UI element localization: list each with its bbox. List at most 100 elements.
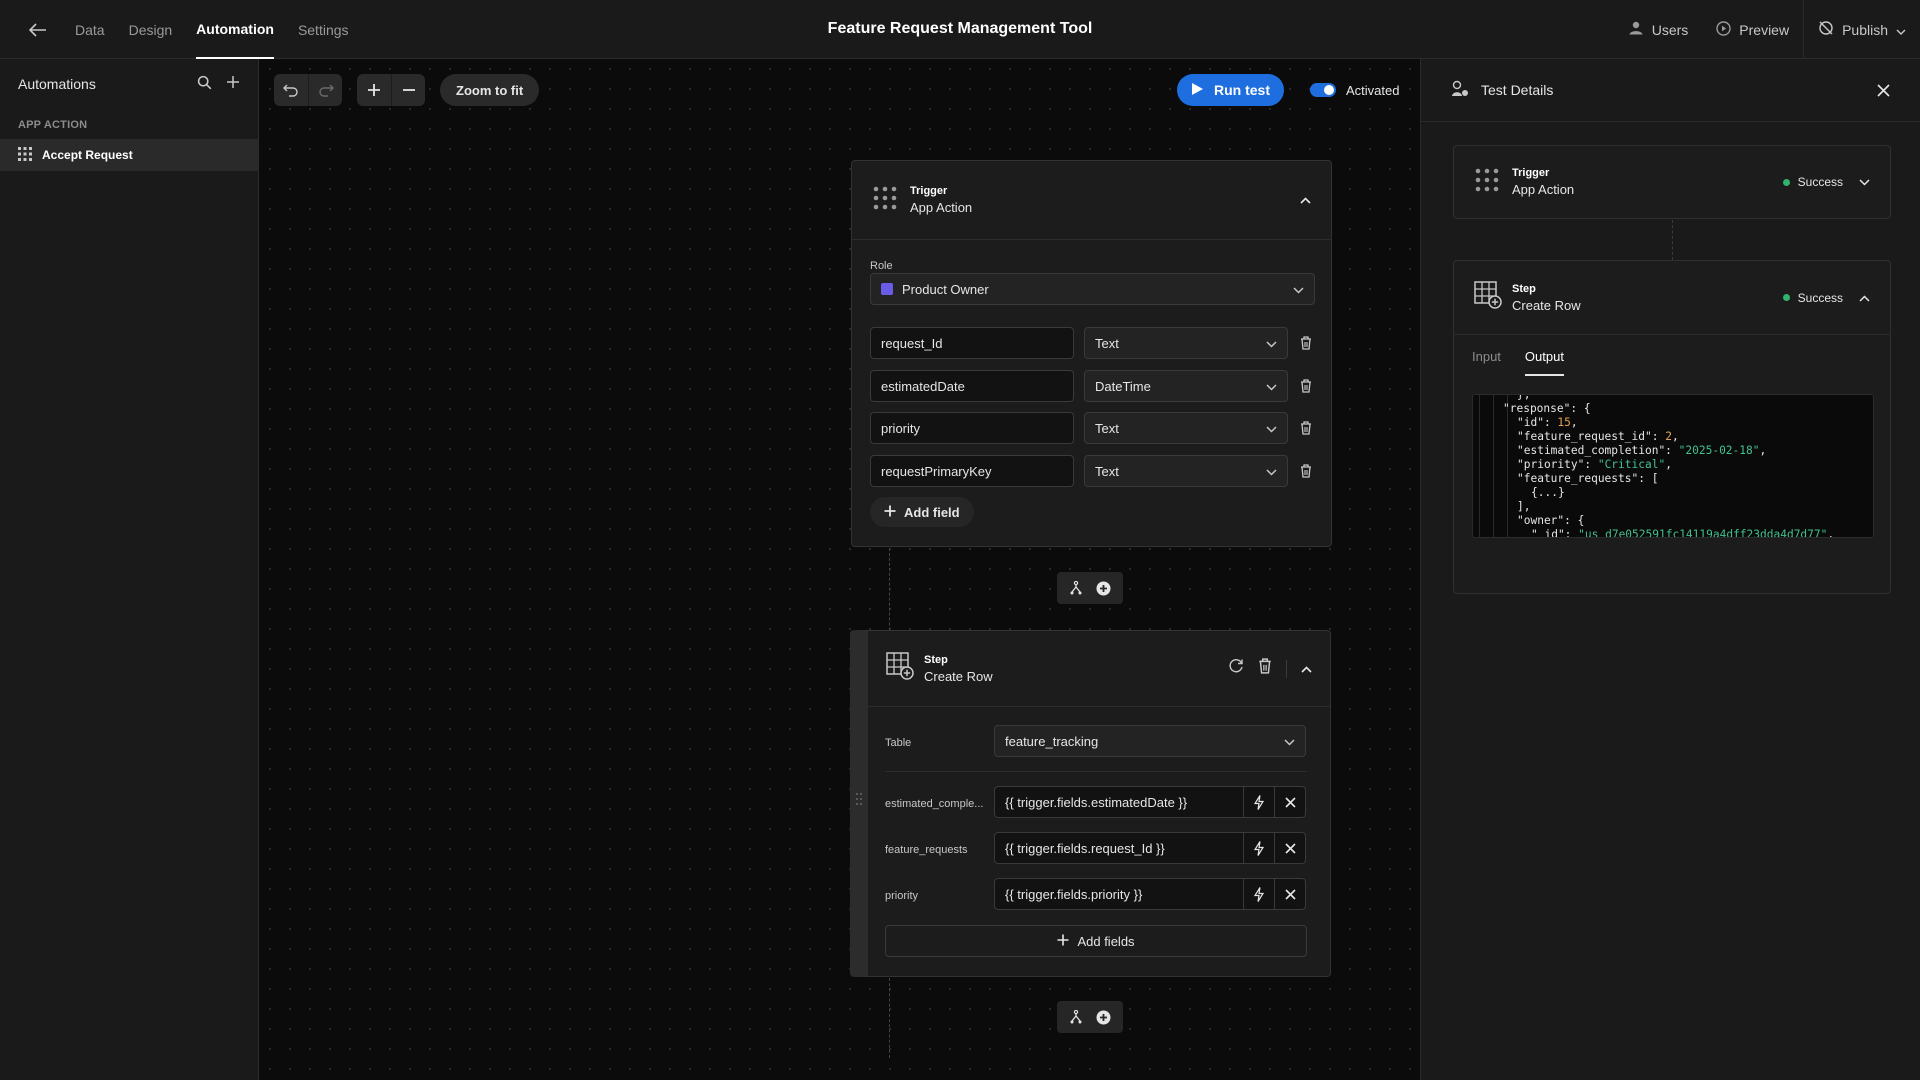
automations-sidebar: Automations APP ACTION Accept Request	[0, 59, 259, 1080]
back-arrow-icon[interactable]	[24, 16, 52, 44]
code-token: {...}	[1531, 486, 1565, 499]
trigger-card-header[interactable]: Trigger App Action	[852, 161, 1331, 239]
top-right-actions: Users Preview Publish	[1614, 0, 1920, 59]
code-token: "id":	[1517, 416, 1558, 429]
tab-automation[interactable]: Automation	[196, 0, 274, 59]
publish-button[interactable]: Publish	[1804, 0, 1920, 59]
field-type-select[interactable]: DateTime	[1084, 370, 1288, 402]
field-type-select[interactable]: Text	[1084, 412, 1288, 444]
tab-design[interactable]: Design	[129, 0, 173, 59]
field-name-input[interactable]: requestPrimaryKey	[870, 455, 1074, 487]
mapping-label: estimated_comple...	[885, 798, 984, 810]
tab-output[interactable]: Output	[1524, 349, 1564, 376]
trash-icon[interactable]	[1296, 461, 1316, 481]
branch-icon[interactable]	[1069, 581, 1083, 595]
trash-icon[interactable]	[1296, 376, 1316, 396]
code-token: "feature_request_id":	[1517, 430, 1666, 443]
zoom-in-icon[interactable]	[357, 74, 391, 106]
redo-icon[interactable]	[308, 74, 342, 106]
lightning-icon[interactable]	[1243, 879, 1274, 909]
sidebar-section-label: APP ACTION	[18, 119, 88, 131]
tab-input[interactable]: Input	[1472, 349, 1501, 376]
refresh-icon[interactable]	[1228, 658, 1244, 679]
field-name-input[interactable]: estimatedDate	[870, 370, 1074, 402]
code-token: 2	[1665, 430, 1672, 443]
status-badge: Success	[1782, 175, 1870, 189]
binding-value[interactable]: {{ trigger.fields.request_Id }}	[995, 833, 1243, 863]
add-fields-button[interactable]: Add fields	[885, 925, 1307, 957]
code-line: ],	[1481, 500, 1873, 514]
add-step-icon[interactable]	[1096, 581, 1111, 596]
table-value: feature_tracking	[1005, 733, 1099, 749]
add-automation-icon[interactable]	[226, 75, 240, 93]
drag-handle-icon[interactable]	[855, 792, 863, 811]
app-action-icon	[1474, 167, 1500, 198]
chevron-down-icon	[1266, 336, 1277, 351]
preview-button[interactable]: Preview	[1702, 0, 1803, 59]
add-field-button[interactable]: Add field	[870, 497, 974, 527]
role-color-swatch	[881, 283, 893, 295]
test-trigger-card[interactable]: Trigger App Action Success	[1453, 145, 1891, 219]
automation-canvas[interactable]: Zoom to fit Run test Activated Trigger A…	[260, 59, 1420, 1080]
chevron-up-icon[interactable]	[1300, 191, 1311, 209]
field-type-select[interactable]: Text	[1084, 455, 1288, 487]
test-trigger-name: App Action	[1512, 182, 1575, 197]
tab-settings[interactable]: Settings	[298, 0, 349, 59]
chevron-up-icon[interactable]	[1859, 291, 1870, 305]
zoom-to-fit-button[interactable]: Zoom to fit	[440, 74, 540, 106]
users-button[interactable]: Users	[1614, 0, 1703, 59]
trash-icon[interactable]	[1258, 658, 1272, 679]
undo-icon[interactable]	[274, 74, 308, 106]
close-icon[interactable]	[1274, 833, 1305, 863]
code-token: ,	[1665, 458, 1672, 471]
binding-value[interactable]: {{ trigger.fields.priority }}	[995, 879, 1243, 909]
binding-value[interactable]: {{ trigger.fields.estimatedDate }}	[995, 787, 1243, 817]
output-json-viewer[interactable]: }, "response": {"id": 15, "feature_request…	[1472, 394, 1874, 538]
branch-icon[interactable]	[1069, 1010, 1083, 1024]
users-icon	[1628, 21, 1644, 38]
trigger-field-row: estimatedDate DateTime	[870, 370, 1316, 402]
close-icon[interactable]	[1274, 879, 1305, 909]
status-text: Success	[1797, 175, 1843, 189]
panel-header: Test Details	[1421, 59, 1920, 122]
search-icon[interactable]	[197, 75, 212, 93]
table-select[interactable]: feature_tracking	[994, 725, 1306, 757]
chevron-down-icon	[1284, 734, 1295, 749]
close-icon[interactable]	[1274, 787, 1305, 817]
tab-data[interactable]: Data	[75, 0, 105, 59]
field-type-value: Text	[1095, 335, 1119, 351]
close-icon[interactable]	[1877, 83, 1890, 97]
publish-icon	[1818, 20, 1834, 39]
lightning-icon[interactable]	[1243, 787, 1274, 817]
step-name-label: Create Row	[924, 668, 993, 684]
run-test-button[interactable]: Run test	[1177, 74, 1284, 106]
test-step-header[interactable]: Step Create Row Success	[1454, 261, 1890, 335]
trash-icon[interactable]	[1296, 418, 1316, 438]
role-select[interactable]: Product Owner	[870, 273, 1315, 305]
field-name-input[interactable]: request_Id	[870, 327, 1074, 359]
chevron-up-icon[interactable]	[1301, 660, 1312, 678]
zoom-out-icon[interactable]	[391, 74, 425, 106]
step-card-header[interactable]: Step Create Row	[868, 631, 1330, 706]
status-badge: Success	[1782, 290, 1870, 305]
code-token: "_id":	[1531, 528, 1579, 538]
field-name-input[interactable]: priority	[870, 412, 1074, 444]
trash-icon[interactable]	[1296, 333, 1316, 353]
field-type-value: Text	[1095, 463, 1119, 479]
status-text: Success	[1797, 290, 1843, 305]
nav-tabs: Data Design Automation Settings	[75, 0, 349, 59]
lightning-icon[interactable]	[1243, 833, 1274, 863]
chevron-down-icon	[1293, 282, 1304, 297]
add-step-icon[interactable]	[1096, 1010, 1111, 1025]
activated-toggle[interactable]	[1310, 83, 1336, 97]
code-token: ,	[1570, 416, 1578, 429]
panel-title: Test Details	[1481, 82, 1554, 98]
chevron-down-icon[interactable]	[1859, 175, 1870, 189]
plus-icon	[884, 505, 896, 520]
code-line: "feature_requests": [	[1481, 472, 1873, 486]
code-token: "estimated_completion":	[1517, 444, 1679, 457]
sidebar-item-accept-request[interactable]: Accept Request	[0, 139, 258, 171]
code-token: "feature_requests": [	[1517, 472, 1659, 485]
role-label: Role	[870, 260, 893, 272]
field-type-select[interactable]: Text	[1084, 327, 1288, 359]
